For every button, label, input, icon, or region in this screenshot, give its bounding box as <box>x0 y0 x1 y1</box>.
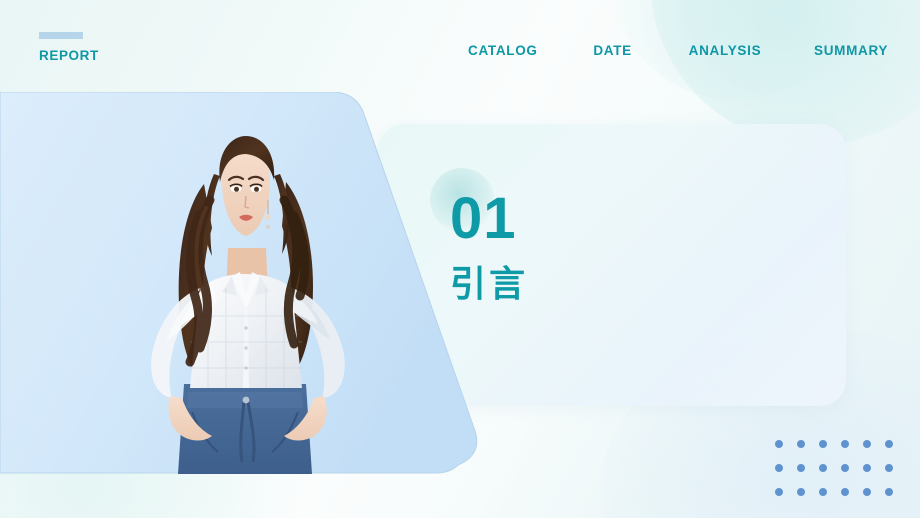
decorative-dot <box>863 464 871 472</box>
brand-block: REPORT <box>39 32 99 63</box>
nav-item-catalog[interactable]: CATALOG <box>468 42 548 59</box>
decorative-dot <box>885 464 893 472</box>
decorative-dot <box>819 488 827 496</box>
decorative-dot <box>885 488 893 496</box>
decorative-dot <box>863 440 871 448</box>
decorative-dot <box>863 488 871 496</box>
decorative-dot <box>841 488 849 496</box>
section-title: 引言 <box>450 263 529 304</box>
nav-item-summary[interactable]: SUMMARY <box>814 42 888 59</box>
decorative-dot <box>797 464 805 472</box>
portrait-photo-woman <box>151 136 345 474</box>
brand-label: REPORT <box>39 48 99 63</box>
decorative-dot <box>797 440 805 448</box>
decorative-dot <box>819 440 827 448</box>
section-heading-block: 01 引言 <box>450 190 528 304</box>
section-number: 01 <box>450 186 517 251</box>
nav-item-analysis[interactable]: ANALYSIS <box>689 42 769 59</box>
decorative-dot-grid <box>775 440 907 512</box>
decorative-dot <box>775 440 783 448</box>
decorative-dot <box>797 488 805 496</box>
nav-item-date[interactable]: DATE <box>593 42 643 59</box>
top-navigation: CATALOG DATE ANALYSIS SUMMARY <box>468 42 888 59</box>
decorative-dot <box>775 488 783 496</box>
presentation-slide: REPORT CATALOG DATE ANALYSIS SUMMARY RES… <box>0 0 920 518</box>
decorative-dot <box>775 464 783 472</box>
vertical-resume-word: RESUME <box>0 102 2 354</box>
brand-accent-bar <box>39 32 83 39</box>
decorative-dot <box>885 440 893 448</box>
decorative-dot <box>819 464 827 472</box>
decorative-dot <box>841 464 849 472</box>
slide-header: REPORT CATALOG DATE ANALYSIS SUMMARY <box>0 0 920 92</box>
decorative-dot <box>841 440 849 448</box>
